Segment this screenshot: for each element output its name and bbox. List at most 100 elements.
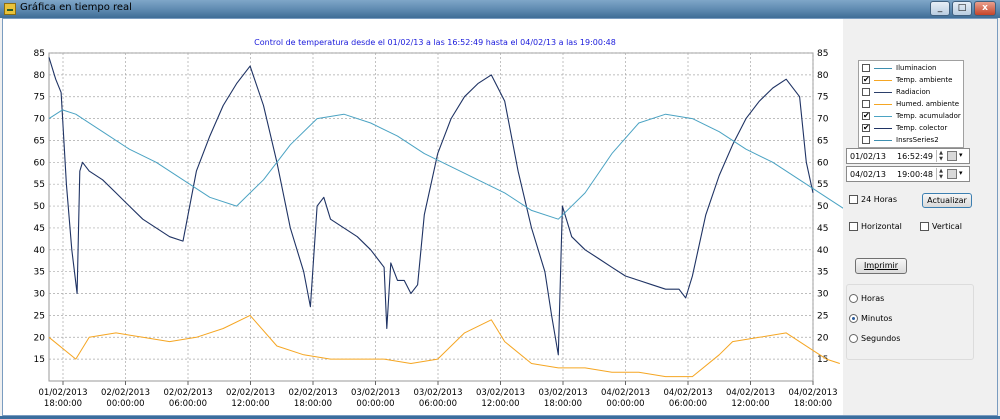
y-tick-label: 65 [34,136,45,146]
legend-checkbox-checked[interactable]: ✔ [862,76,870,84]
y-axis-right: 152025303540455055606570758085 [817,49,829,365]
y-tick-label: 85 [34,49,45,59]
window-title: Gráfica en tiempo real [20,2,132,13]
checkbox-label: Horizontal [861,222,902,231]
radio-label: Minutos [861,314,893,323]
legend-swatch [874,128,892,129]
chart-title: Control de temperatura desde el 01/02/13… [254,38,616,47]
legend-checkbox[interactable] [862,100,870,108]
x-tick-label-date: 03/02/2013 [351,388,400,398]
legend-swatch [874,68,892,69]
y-tick-label: 55 [34,180,45,190]
y-tick-label: 60 [817,158,829,168]
check-horizontal[interactable]: Horizontal [849,222,909,232]
x-tick-label-date: 01/02/2013 [39,388,88,398]
date-to-time[interactable]: 19:00:48 [897,170,933,179]
checkbox-box[interactable] [920,222,929,231]
y-tick-label: 60 [34,158,46,168]
legend-item-temp-acumulador[interactable]: ✔ Temp. acumulador [862,111,962,123]
y-tick-label: 20 [817,333,829,343]
x-tick-label-date: 03/02/2013 [414,388,463,398]
check-24-horas[interactable]: 24 Horas [849,195,909,205]
x-tick-label-time: 06:00:00 [419,399,457,409]
x-tick-label-date: 02/02/2013 [164,388,213,398]
legend-checkbox[interactable] [862,64,870,72]
y-tick-label: 45 [34,224,45,234]
chart-area: 15 20 25 30 35 40 45 50 55 60 65 70 75 80 85 15 20 25 30 3… [3,19,1000,415]
legend-checkbox-checked[interactable]: ✔ [862,112,870,120]
date-from-date[interactable]: 01/02/13 [850,152,886,161]
check-vertical[interactable]: Vertical [920,222,970,232]
legend-item-temp-ambiente[interactable]: ✔ Temp. ambiente [862,75,962,87]
x-tick-label-time: 12:00:00 [231,399,269,409]
date-from-picker[interactable]: 01/02/13 16:52:49 ▲ ▼ ▾ [846,148,970,164]
x-tick-label-time: 00:00:00 [356,399,394,409]
minimize-button[interactable]: _ [930,1,950,16]
calendar-icon[interactable] [947,151,957,161]
date-to-picker[interactable]: 04/02/13 19:00:48 ▲ ▼ ▾ [846,166,970,182]
y-tick-label: 45 [817,224,828,234]
x-tick-label-date: 04/02/2013 [726,388,775,398]
chevron-down-icon[interactable]: ▾ [959,169,963,177]
radio-horas[interactable]: Horas [849,294,909,304]
legend-item-insrsseries2[interactable]: InsrsSeries2 [862,135,962,147]
y-tick-label: 70 [817,115,829,125]
legend-item-temp-colector[interactable]: ✔ Temp. colector [862,123,962,135]
close-button[interactable]: x [974,1,996,16]
calendar-icon[interactable] [947,169,957,179]
y-tick-label: 75 [34,93,45,103]
date-to-date[interactable]: 04/02/13 [850,170,886,179]
checkbox-box[interactable] [849,195,858,204]
legend-checkbox[interactable] [862,136,870,144]
legend-swatch [874,140,892,141]
radio-circle-selected[interactable] [849,314,858,323]
radio-segundos[interactable]: Segundos [849,334,909,344]
radio-circle[interactable] [849,294,858,303]
update-button[interactable]: Actualizar [922,193,972,208]
y-tick-label: 55 [817,180,828,190]
legend-panel: Iluminacion ✔ Temp. ambiente Radiacion Hu… [858,60,964,148]
x-tick-label-time: 00:00:00 [106,399,144,409]
legend-swatch [874,92,892,93]
legend-label: Temp. ambiente [896,76,953,84]
legend-item-humed-ambiente[interactable]: Humed. ambiente [862,99,962,111]
legend-item-iluminacion[interactable]: Iluminacion [862,63,962,75]
title-bar[interactable]: Gráfica en tiempo real _ □ x [0,0,1000,18]
y-tick-label: 15 [34,355,45,365]
y-tick-label: 30 [817,290,829,300]
y-tick-label: 20 [34,333,46,343]
print-button[interactable]: Imprimir [855,258,907,274]
radio-label: Horas [861,294,885,303]
checkbox-box[interactable] [849,222,858,231]
y-tick-label: 50 [817,202,829,212]
y-tick-label: 80 [34,71,46,81]
x-tick-label-date: 02/02/2013 [226,388,275,398]
y-tick-label: 65 [817,136,828,146]
legend-label: Iluminacion [896,64,937,72]
legend-checkbox-checked[interactable]: ✔ [862,124,870,132]
y-tick-label: 70 [34,115,46,125]
maximize-button[interactable]: □ [952,1,972,16]
x-tick-label-date: 02/02/2013 [101,388,150,398]
radio-minutos[interactable]: Minutos [849,314,909,324]
x-tick-label-time: 06:00:00 [169,399,207,409]
x-tick-label-time: 06:00:00 [669,399,707,409]
spin-updown-icon[interactable]: ▲ ▼ [936,150,945,162]
x-tick-label-time: 18:00:00 [44,399,82,409]
y-tick-label: 85 [817,49,828,59]
legend-swatch [874,116,892,117]
date-from-time[interactable]: 16:52:49 [897,152,933,161]
y-tick-label: 40 [34,246,46,256]
legend-label: Temp. colector [896,124,948,132]
legend-item-radiacion[interactable]: Radiacion [862,87,962,99]
y-tick-label: 25 [34,311,45,321]
spin-updown-icon[interactable]: ▲ ▼ [936,168,945,180]
y-tick-label: 75 [817,93,828,103]
legend-label: InsrsSeries2 [896,136,939,144]
x-tick-label-time: 18:00:00 [794,399,832,409]
y-tick-label: 30 [34,290,46,300]
app-chart-icon [4,3,16,15]
radio-circle[interactable] [849,334,858,343]
chevron-down-icon[interactable]: ▾ [959,151,963,159]
legend-checkbox[interactable] [862,88,870,96]
